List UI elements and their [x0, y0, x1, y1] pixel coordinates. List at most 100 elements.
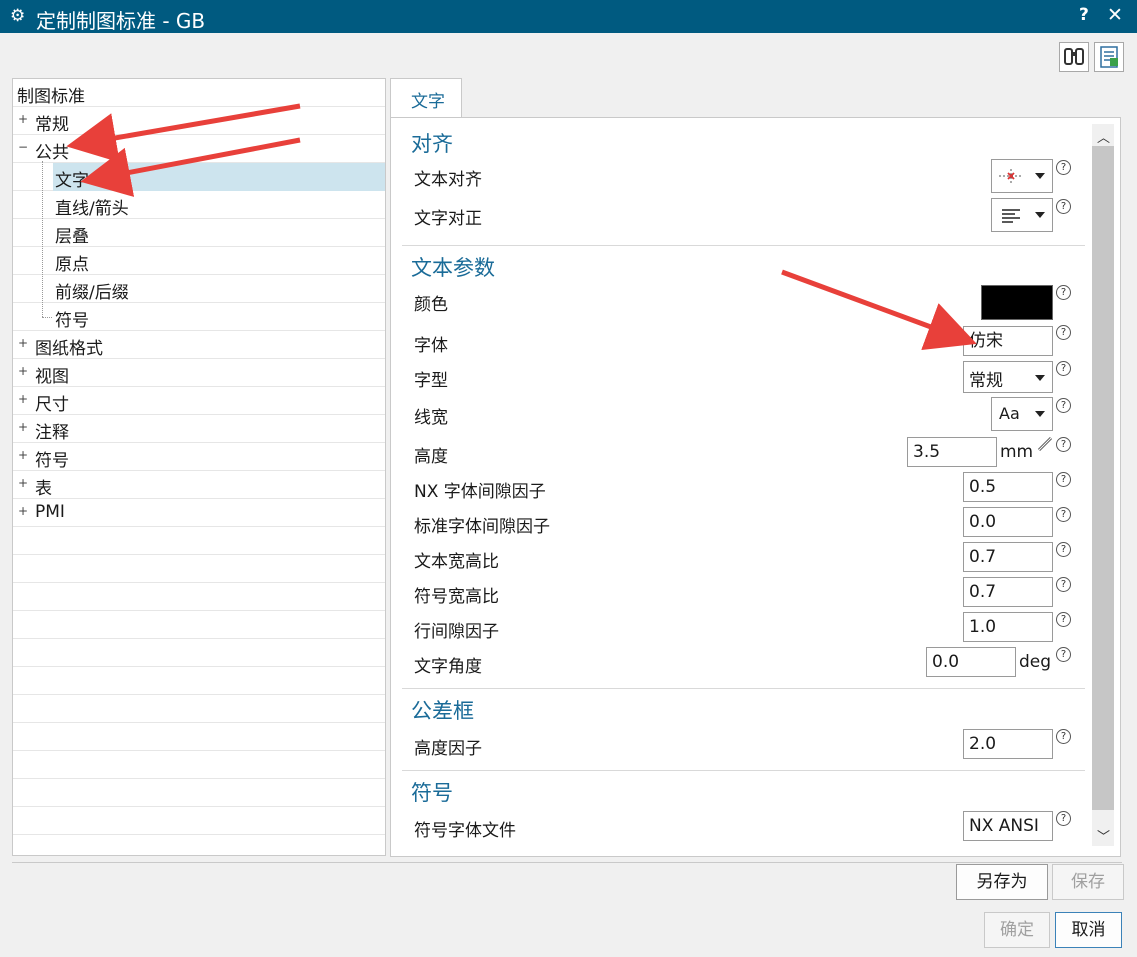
angle-unit: deg [1019, 652, 1052, 672]
empty-row [13, 639, 385, 667]
symbol-font-file-field[interactable]: NX ANSI [963, 811, 1053, 841]
symbol-font-file-label: 符号字体文件 [414, 821, 516, 841]
line-weight-dropdown[interactable]: Aa [991, 397, 1053, 431]
binoculars-icon[interactable] [1059, 42, 1089, 72]
text-justify-label: 文字对正 [414, 209, 482, 229]
tree-item-common[interactable]: − 公共 [13, 135, 385, 163]
text-angle-label: 文字角度 [414, 657, 482, 677]
expand-icon[interactable]: + [18, 421, 28, 433]
help-icon[interactable]: ? [1056, 507, 1071, 522]
expand-icon[interactable]: + [18, 449, 28, 461]
help-icon[interactable]: ? [1056, 361, 1071, 376]
tree-item-pmi[interactable]: + PMI [13, 499, 385, 527]
empty-row [13, 723, 385, 751]
tree-item-general[interactable]: + 常规 [13, 107, 385, 135]
tree-item-table[interactable]: + 表 [13, 471, 385, 499]
scrollbar-thumb[interactable] [1092, 146, 1114, 810]
nx-gap-label: NX 字体间隙因子 [414, 482, 546, 502]
tab-text-label: 文字 [411, 92, 445, 112]
chevron-down-icon [1035, 212, 1045, 218]
height-field[interactable]: 3.5 [907, 437, 997, 467]
tree-item-view[interactable]: + 视图 [13, 359, 385, 387]
tree-item-symbol-sub[interactable]: 符号 [13, 303, 385, 331]
font-style-value: 常规 [969, 371, 1003, 391]
expand-icon[interactable]: + [18, 365, 28, 377]
measure-icon[interactable] [1036, 435, 1054, 453]
tree-item-prefix-suffix[interactable]: 前缀/后缀 [13, 275, 385, 303]
tree-connector [42, 317, 52, 318]
font-style-dropdown[interactable]: 常规 [963, 361, 1053, 393]
cancel-button[interactable]: 取消 [1055, 912, 1122, 948]
section-divider [402, 770, 1085, 771]
expand-icon[interactable]: + [18, 505, 28, 517]
section-divider [402, 245, 1085, 246]
window-title: 定制制图标准 - GB [36, 9, 206, 33]
expand-icon[interactable]: + [18, 477, 28, 489]
help-icon[interactable]: ? [1056, 325, 1071, 340]
tree-item-annotation[interactable]: + 注释 [13, 415, 385, 443]
export-list-icon[interactable] [1094, 42, 1124, 72]
text-angle-field[interactable]: 0.0 [926, 647, 1016, 677]
tree-item-text[interactable]: 文字 [13, 163, 385, 191]
help-button[interactable]: ? [1079, 5, 1089, 25]
section-title-tolerance: 公差框 [411, 699, 474, 723]
help-icon[interactable]: ? [1056, 811, 1071, 826]
text-justify-dropdown[interactable] [991, 198, 1053, 232]
tree-item-symbol[interactable]: + 符号 [13, 443, 385, 471]
text-align-icon [999, 169, 1023, 183]
tree-item-drawing-format[interactable]: + 图纸格式 [13, 331, 385, 359]
tree-item-stack[interactable]: 层叠 [13, 219, 385, 247]
symbol-aspect-field[interactable]: 0.7 [963, 577, 1053, 607]
help-icon[interactable]: ? [1056, 437, 1071, 452]
help-icon[interactable]: ? [1056, 398, 1071, 413]
help-icon[interactable]: ? [1056, 542, 1071, 557]
help-icon[interactable]: ? [1056, 647, 1071, 662]
help-icon[interactable]: ? [1056, 472, 1071, 487]
height-factor-field[interactable]: 2.0 [963, 729, 1053, 759]
chevron-down-icon [1035, 411, 1045, 417]
expand-icon[interactable]: + [18, 337, 28, 349]
color-swatch[interactable] [981, 285, 1053, 320]
aspect-label: 文本宽高比 [414, 552, 499, 572]
tab-text[interactable]: 文字 [390, 78, 462, 118]
line-weight-label: 线宽 [414, 408, 448, 428]
empty-row [13, 779, 385, 807]
collapse-icon[interactable]: − [18, 141, 28, 153]
expand-icon[interactable]: + [18, 393, 28, 405]
help-icon[interactable]: ? [1056, 729, 1071, 744]
section-title-align: 对齐 [411, 132, 453, 156]
empty-row [13, 695, 385, 723]
chevron-down-icon [1035, 173, 1045, 179]
font-style-label: 字型 [414, 371, 448, 391]
text-align-dropdown[interactable] [991, 159, 1053, 193]
help-icon[interactable]: ? [1056, 160, 1071, 175]
ok-button[interactable]: 确定 [984, 912, 1050, 948]
tree-item-dimension[interactable]: + 尺寸 [13, 387, 385, 415]
scroll-up-icon[interactable]: ︿ [1097, 127, 1110, 146]
chevron-down-icon [1035, 375, 1045, 381]
symbol-aspect-label: 符号宽高比 [414, 587, 499, 607]
help-icon[interactable]: ? [1056, 612, 1071, 627]
line-gap-field[interactable]: 1.0 [963, 612, 1053, 642]
help-icon[interactable]: ? [1056, 577, 1071, 592]
close-button[interactable]: ✕ [1107, 4, 1123, 26]
line-gap-label: 行间隙因子 [414, 622, 499, 642]
aspect-field[interactable]: 0.7 [963, 542, 1053, 572]
std-gap-field[interactable]: 0.0 [963, 507, 1053, 537]
scroll-down-icon[interactable]: ﹀ [1097, 826, 1110, 845]
selection-highlight [53, 163, 385, 191]
help-icon[interactable]: ? [1056, 285, 1071, 300]
title-bar: ⚙ 定制制图标准 - GB ? ✕ [0, 0, 1137, 33]
help-icon[interactable]: ? [1056, 199, 1071, 214]
nx-gap-field[interactable]: 0.5 [963, 472, 1053, 502]
font-field[interactable]: 仿宋 [963, 326, 1053, 356]
empty-row [13, 527, 385, 555]
expand-icon[interactable]: + [18, 113, 28, 125]
section-title-symbol: 符号 [411, 781, 453, 805]
tree-root: 制图标准 [13, 79, 385, 107]
save-as-button[interactable]: 另存为 [956, 864, 1048, 900]
tree-item-line-arrow[interactable]: 直线/箭头 [13, 191, 385, 219]
save-button[interactable]: 保存 [1052, 864, 1124, 900]
tree-item-origin[interactable]: 原点 [13, 247, 385, 275]
line-weight-value: Aa [999, 404, 1020, 423]
